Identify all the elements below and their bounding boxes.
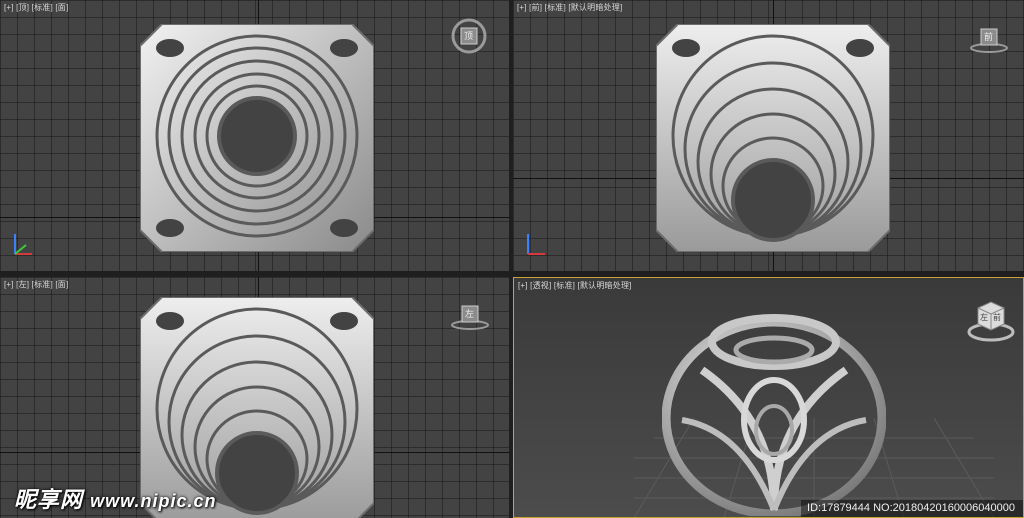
- viewport-label[interactable]: [+] [顶] [标准] [面]: [4, 2, 68, 13]
- viewport-point-of-view[interactable]: [前]: [529, 3, 542, 12]
- viewport-label[interactable]: [+] [透视] [标准] [默认明暗处理]: [518, 280, 632, 291]
- viewport-shading[interactable]: [默认明暗处理]: [578, 281, 632, 290]
- watermark-url: www.nipic.cn: [90, 491, 217, 511]
- viewcube-face-front: 前: [993, 313, 1001, 322]
- viewcube-face-label: 左: [465, 309, 475, 319]
- viewport-label[interactable]: [+] [前] [标准] [默认明暗处理]: [517, 2, 622, 13]
- viewport-shading[interactable]: [面]: [55, 3, 68, 12]
- viewport-front[interactable]: [+] [前] [标准] [默认明暗处理] 前: [513, 0, 1024, 271]
- axis-gizmo-icon: [14, 234, 32, 255]
- viewport-top[interactable]: [+] [顶] [标准] [面] 顶: [0, 0, 509, 271]
- viewcube-face-left: 左: [980, 313, 988, 322]
- viewport-menu-plus[interactable]: [+]: [517, 3, 527, 12]
- axis-gizmo-icon: [527, 234, 545, 255]
- viewport-point-of-view[interactable]: [透视]: [530, 281, 551, 290]
- viewport-perspective[interactable]: [+] [透视] [标准] [默认明暗处理] 左 前 ID:17879444 N…: [513, 277, 1024, 518]
- viewport-label[interactable]: [+] [左] [标准] [面]: [4, 279, 68, 290]
- viewcube[interactable]: 左 前: [966, 296, 1016, 344]
- model-perspective-view[interactable]: [662, 310, 886, 516]
- viewport-standard[interactable]: [标准]: [554, 281, 575, 290]
- viewcube[interactable]: 前: [969, 24, 1009, 54]
- watermark-brand: 昵享网: [14, 487, 84, 512]
- image-id-caption: ID:17879444 NO:20180420160006040000: [801, 500, 1023, 517]
- viewcube-face-label: 前: [984, 32, 994, 42]
- viewport-menu-plus[interactable]: [+]: [4, 3, 14, 12]
- viewport-standard[interactable]: [标准]: [32, 3, 53, 12]
- viewport-shading[interactable]: [默认明暗处理]: [568, 3, 622, 12]
- model-front-view[interactable]: [656, 24, 890, 252]
- viewcube[interactable]: 顶: [450, 17, 488, 55]
- viewport-point-of-view[interactable]: [左]: [16, 280, 29, 289]
- viewport-shading[interactable]: [面]: [55, 280, 68, 289]
- viewport-left[interactable]: [+] [左] [标准] [面] 左 昵享网 www.nipic.cn: [0, 277, 509, 518]
- model-top-view[interactable]: [140, 24, 374, 252]
- watermark: 昵享网 www.nipic.cn: [14, 482, 217, 514]
- viewcube-face-label: 顶: [464, 31, 474, 41]
- viewcube[interactable]: 左: [450, 301, 490, 331]
- viewport-standard[interactable]: [标准]: [32, 280, 53, 289]
- viewport-menu-plus[interactable]: [+]: [4, 280, 14, 289]
- viewport-standard[interactable]: [标准]: [545, 3, 566, 12]
- viewport-point-of-view[interactable]: [顶]: [16, 3, 29, 12]
- viewport-menu-plus[interactable]: [+]: [518, 281, 528, 290]
